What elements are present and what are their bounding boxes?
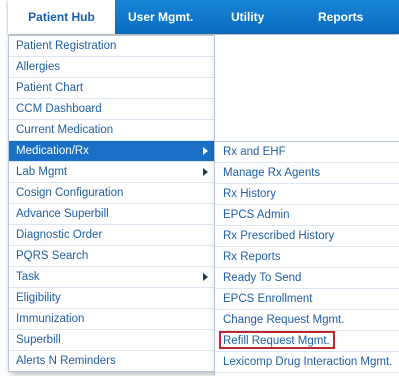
submenu-item-rx-and-ehf[interactable]: Rx and EHF (215, 142, 399, 163)
submenu-blank-area (215, 35, 399, 142)
menu-item-superbill[interactable]: Superbill (9, 330, 214, 351)
menu-item-diagnostic-order[interactable]: Diagnostic Order (9, 225, 214, 246)
menu-item-allergies[interactable]: Allergies (9, 57, 214, 78)
chevron-right-icon (203, 147, 208, 155)
menu-item-current-medication[interactable]: Current Medication (9, 120, 214, 141)
menu-item-cosign-configuration[interactable]: Cosign Configuration (9, 183, 214, 204)
submenu-item-ready-to-send[interactable]: Ready To Send (215, 268, 399, 289)
menu-item-medication-rx[interactable]: Medication/Rx (9, 141, 214, 162)
menu-item-lab-mgmt-label: Lab Mgmt (16, 166, 68, 178)
tab-patient-hub[interactable]: Patient Hub (8, 0, 115, 34)
submenu-item-rx-reports[interactable]: Rx Reports (215, 247, 399, 268)
menu-item-eligibility[interactable]: Eligibility (9, 288, 214, 309)
menu-item-task[interactable]: Task (9, 267, 214, 288)
menu-item-advance-superbill[interactable]: Advance Superbill (9, 204, 214, 225)
submenu-item-epcs-admin[interactable]: EPCS Admin (215, 205, 399, 226)
submenu-item-rx-prescribed-history[interactable]: Rx Prescribed History (215, 226, 399, 247)
submenu-item-epcs-enrollment[interactable]: EPCS Enrollment (215, 289, 399, 310)
submenu-item-refill-request-mgmt[interactable]: Refill Request Mgmt. (215, 331, 399, 352)
tab-utility[interactable]: Utility (211, 0, 295, 34)
app-root: Patient Hub User Mgmt. Utility Reports P… (0, 0, 399, 376)
submenu-item-change-request-mgmt[interactable]: Change Request Mgmt. (215, 310, 399, 331)
menu-item-patient-registration[interactable]: Patient Registration (9, 36, 214, 57)
menu-item-patient-chart[interactable]: Patient Chart (9, 78, 214, 99)
submenu-item-rx-history[interactable]: Rx History (215, 184, 399, 205)
menu-item-alerts-n-reminders[interactable]: Alerts N Reminders (9, 351, 214, 371)
tab-user-mgmt[interactable]: User Mgmt. (115, 0, 211, 34)
submenu-item-manage-rx-agents[interactable]: Manage Rx Agents (215, 163, 399, 184)
menu-item-lab-mgmt[interactable]: Lab Mgmt (9, 162, 214, 183)
top-navbar: Patient Hub User Mgmt. Utility Reports (8, 0, 399, 34)
menu-item-ccm-dashboard[interactable]: CCM Dashboard (9, 99, 214, 120)
menu-item-medication-rx-label: Medication/Rx (16, 145, 89, 157)
chevron-right-icon (203, 273, 208, 281)
submenu-item-refill-request-mgmt-label: Refill Request Mgmt. (223, 335, 330, 347)
submenu-item-lexicomp-drug-interaction-mgmt[interactable]: Lexicomp Drug Interaction Mgmt. (215, 352, 399, 373)
menu-item-task-label: Task (16, 271, 40, 283)
menu-item-pqrs-search[interactable]: PQRS Search (9, 246, 214, 267)
medication-rx-submenu: Rx and EHF Manage Rx Agents Rx History E… (214, 35, 399, 376)
menu-item-immunization[interactable]: Immunization (9, 309, 214, 330)
patient-hub-menu: Patient Registration Allergies Patient C… (8, 35, 215, 372)
tab-reports[interactable]: Reports (295, 0, 399, 34)
chevron-right-icon (203, 168, 208, 176)
